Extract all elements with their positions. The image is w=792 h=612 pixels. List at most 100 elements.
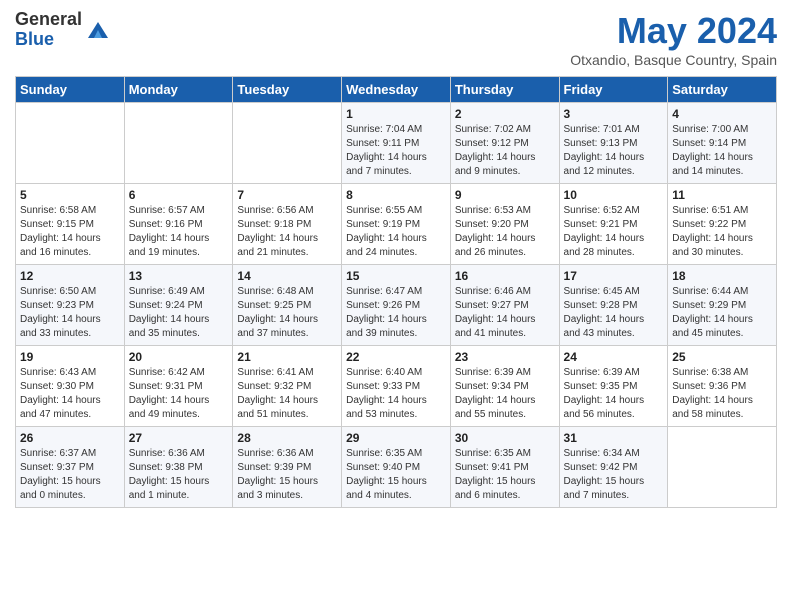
calendar-table: SundayMondayTuesdayWednesdayThursdayFrid…: [15, 76, 777, 508]
day-number: 19: [20, 350, 120, 364]
calendar-cell: 10Sunrise: 6:52 AMSunset: 9:21 PMDayligh…: [559, 184, 668, 265]
day-info: Sunrise: 6:35 AMSunset: 9:41 PMDaylight:…: [455, 447, 555, 503]
day-info: Sunrise: 6:38 AMSunset: 9:36 PMDaylight:…: [672, 366, 772, 422]
day-info: Sunrise: 6:36 AMSunset: 9:39 PMDaylight:…: [237, 447, 337, 503]
day-number: 5: [20, 188, 120, 202]
title-block: May 2024 Otxandio, Basque Country, Spain: [570, 10, 777, 68]
day-info: Sunrise: 6:37 AMSunset: 9:37 PMDaylight:…: [20, 447, 120, 503]
calendar-cell: 11Sunrise: 6:51 AMSunset: 9:22 PMDayligh…: [668, 184, 777, 265]
calendar-cell: 9 Sunrise: 6:53 AMSunset: 9:20 PMDaylight…: [450, 184, 559, 265]
day-number: 22: [346, 350, 446, 364]
day-header-saturday: Saturday: [668, 77, 777, 103]
calendar-cell: 14 Sunrise: 6:48 AMSunset: 9:25 PMDayligh…: [233, 265, 342, 346]
day-info: Sunrise: 6:39 AMSunset: 9:35 PMDaylight:…: [564, 366, 664, 422]
day-info: Sunrise: 6:45 AMSunset: 9:28 PMDaylight:…: [564, 285, 664, 341]
day-info: Sunrise: 6:49 AMSunset: 9:24 PMDaylight:…: [129, 285, 229, 341]
calendar-cell: 4 Sunrise: 7:00 AMSunset: 9:14 PMDaylight…: [668, 103, 777, 184]
day-header-friday: Friday: [559, 77, 668, 103]
page-header: General Blue May 2024 Otxandio, Basque C…: [15, 10, 777, 68]
day-number: 17: [564, 269, 664, 283]
day-info: Sunrise: 6:43 AMSunset: 9:30 PMDaylight:…: [20, 366, 120, 422]
day-info: Sunrise: 6:42 AMSunset: 9:31 PMDaylight:…: [129, 366, 229, 422]
calendar-cell: 13 Sunrise: 6:49 AMSunset: 9:24 PMDayligh…: [124, 265, 233, 346]
calendar-cell: 29 Sunrise: 6:35 AMSunset: 9:40 PMDayligh…: [342, 427, 451, 508]
day-info: Sunrise: 6:34 AMSunset: 9:42 PMDaylight:…: [564, 447, 664, 503]
calendar-cell: 7 Sunrise: 6:56 AMSunset: 9:18 PMDaylight…: [233, 184, 342, 265]
day-number: 20: [129, 350, 229, 364]
calendar-cell: 21Sunrise: 6:41 AMSunset: 9:32 PMDayligh…: [233, 346, 342, 427]
day-info: Sunrise: 6:39 AMSunset: 9:34 PMDaylight:…: [455, 366, 555, 422]
week-row-4: 19 Sunrise: 6:43 AMSunset: 9:30 PMDayligh…: [16, 346, 777, 427]
day-info: Sunrise: 6:40 AMSunset: 9:33 PMDaylight:…: [346, 366, 446, 422]
day-number: 30: [455, 431, 555, 445]
calendar-cell: [233, 103, 342, 184]
day-info: Sunrise: 6:36 AMSunset: 9:38 PMDaylight:…: [129, 447, 229, 503]
day-info: Sunrise: 7:04 AMSunset: 9:11 PMDaylight:…: [346, 123, 446, 179]
day-info: Sunrise: 6:58 AMSunset: 9:15 PMDaylight:…: [20, 204, 120, 260]
calendar-cell: 30 Sunrise: 6:35 AMSunset: 9:41 PMDayligh…: [450, 427, 559, 508]
calendar-cell: 31 Sunrise: 6:34 AMSunset: 9:42 PMDayligh…: [559, 427, 668, 508]
calendar-cell: 18 Sunrise: 6:44 AMSunset: 9:29 PMDayligh…: [668, 265, 777, 346]
day-info: Sunrise: 6:55 AMSunset: 9:19 PMDaylight:…: [346, 204, 446, 260]
calendar-cell: 5 Sunrise: 6:58 AMSunset: 9:15 PMDaylight…: [16, 184, 125, 265]
calendar-header-row: SundayMondayTuesdayWednesdayThursdayFrid…: [16, 77, 777, 103]
day-number: 23: [455, 350, 555, 364]
day-number: 11: [672, 188, 772, 202]
week-row-2: 5 Sunrise: 6:58 AMSunset: 9:15 PMDaylight…: [16, 184, 777, 265]
day-info: Sunrise: 7:02 AMSunset: 9:12 PMDaylight:…: [455, 123, 555, 179]
day-info: Sunrise: 6:47 AMSunset: 9:26 PMDaylight:…: [346, 285, 446, 341]
calendar-cell: 16 Sunrise: 6:46 AMSunset: 9:27 PMDayligh…: [450, 265, 559, 346]
calendar-cell: 1Sunrise: 7:04 AMSunset: 9:11 PMDaylight…: [342, 103, 451, 184]
day-info: Sunrise: 6:57 AMSunset: 9:16 PMDaylight:…: [129, 204, 229, 260]
day-header-thursday: Thursday: [450, 77, 559, 103]
day-number: 27: [129, 431, 229, 445]
calendar-cell: 22 Sunrise: 6:40 AMSunset: 9:33 PMDayligh…: [342, 346, 451, 427]
day-number: 3: [564, 107, 664, 121]
day-info: Sunrise: 6:48 AMSunset: 9:25 PMDaylight:…: [237, 285, 337, 341]
calendar-cell: 24Sunrise: 6:39 AMSunset: 9:35 PMDayligh…: [559, 346, 668, 427]
calendar-cell: [668, 427, 777, 508]
week-row-5: 26 Sunrise: 6:37 AMSunset: 9:37 PMDayligh…: [16, 427, 777, 508]
calendar-cell: 17 Sunrise: 6:45 AMSunset: 9:28 PMDayligh…: [559, 265, 668, 346]
logo-text: General Blue: [15, 10, 82, 50]
day-info: Sunrise: 6:56 AMSunset: 9:18 PMDaylight:…: [237, 204, 337, 260]
day-number: 4: [672, 107, 772, 121]
logo-general: General: [15, 10, 82, 30]
day-number: 9: [455, 188, 555, 202]
calendar-cell: 12Sunrise: 6:50 AMSunset: 9:23 PMDayligh…: [16, 265, 125, 346]
day-number: 29: [346, 431, 446, 445]
day-header-monday: Monday: [124, 77, 233, 103]
calendar-cell: 25 Sunrise: 6:38 AMSunset: 9:36 PMDayligh…: [668, 346, 777, 427]
calendar-cell: 23 Sunrise: 6:39 AMSunset: 9:34 PMDayligh…: [450, 346, 559, 427]
calendar-cell: 2Sunrise: 7:02 AMSunset: 9:12 PMDaylight…: [450, 103, 559, 184]
title-month: May 2024: [570, 10, 777, 52]
calendar-cell: [16, 103, 125, 184]
page-container: General Blue May 2024 Otxandio, Basque C…: [0, 0, 792, 518]
day-number: 18: [672, 269, 772, 283]
day-info: Sunrise: 6:46 AMSunset: 9:27 PMDaylight:…: [455, 285, 555, 341]
day-info: Sunrise: 6:41 AMSunset: 9:32 PMDaylight:…: [237, 366, 337, 422]
day-header-wednesday: Wednesday: [342, 77, 451, 103]
day-number: 31: [564, 431, 664, 445]
day-number: 26: [20, 431, 120, 445]
calendar-cell: 28Sunrise: 6:36 AMSunset: 9:39 PMDayligh…: [233, 427, 342, 508]
day-number: 7: [237, 188, 337, 202]
day-info: Sunrise: 6:44 AMSunset: 9:29 PMDaylight:…: [672, 285, 772, 341]
day-info: Sunrise: 6:53 AMSunset: 9:20 PMDaylight:…: [455, 204, 555, 260]
logo: General Blue: [15, 10, 112, 50]
day-number: 13: [129, 269, 229, 283]
day-info: Sunrise: 7:00 AMSunset: 9:14 PMDaylight:…: [672, 123, 772, 179]
day-info: Sunrise: 6:35 AMSunset: 9:40 PMDaylight:…: [346, 447, 446, 503]
day-number: 25: [672, 350, 772, 364]
calendar-cell: 3Sunrise: 7:01 AMSunset: 9:13 PMDaylight…: [559, 103, 668, 184]
calendar-cell: 27 Sunrise: 6:36 AMSunset: 9:38 PMDayligh…: [124, 427, 233, 508]
calendar-cell: 15Sunrise: 6:47 AMSunset: 9:26 PMDayligh…: [342, 265, 451, 346]
calendar-cell: [124, 103, 233, 184]
calendar-cell: 20 Sunrise: 6:42 AMSunset: 9:31 PMDayligh…: [124, 346, 233, 427]
calendar-cell: 19 Sunrise: 6:43 AMSunset: 9:30 PMDayligh…: [16, 346, 125, 427]
day-number: 12: [20, 269, 120, 283]
day-number: 14: [237, 269, 337, 283]
day-number: 16: [455, 269, 555, 283]
day-number: 6: [129, 188, 229, 202]
day-number: 8: [346, 188, 446, 202]
